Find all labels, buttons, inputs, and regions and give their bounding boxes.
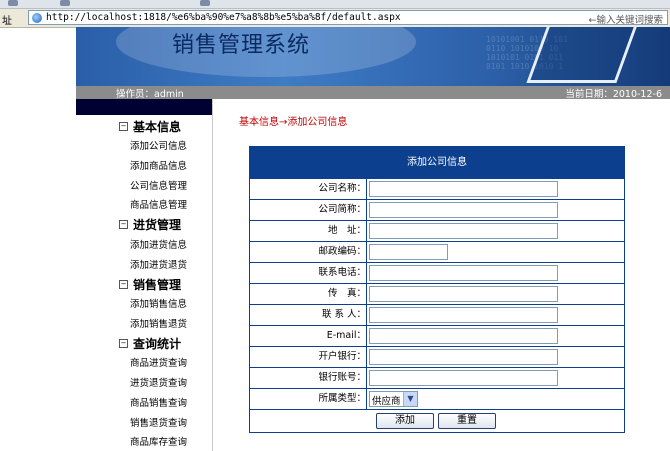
breadcrumb: 基本信息→添加公司信息 <box>239 117 348 128</box>
field-label: E-mail： <box>250 326 367 346</box>
form-row: 地 址： <box>250 220 624 241</box>
address-input[interactable]: http://localhost:1818/%e6%ba%90%e7%a8%8b… <box>28 10 668 26</box>
form-title: 添加公司信息 <box>250 147 624 178</box>
section-label: 查询统计 <box>133 337 182 351</box>
sidebar-item-add-sale-return[interactable]: 添加销售退货 <box>130 316 187 330</box>
favorites-icon[interactable] <box>200 0 210 6</box>
company-form: 添加公司信息 公司名称： 公司简称： 地 址： 邮政编码： 联系电话： 传 真：… <box>249 146 625 433</box>
section-query[interactable]: − 查询统计 <box>119 335 181 352</box>
section-basic-info[interactable]: − 基本信息 <box>119 118 181 135</box>
search-hint[interactable]: ←输入关键词搜索 <box>589 12 663 26</box>
company-short-name-input[interactable] <box>369 202 558 218</box>
postal-code-input[interactable] <box>369 244 448 260</box>
current-date: 当前日期：2010-12-6 <box>565 89 662 100</box>
email-input[interactable] <box>369 328 558 344</box>
sidebar-item-add-company[interactable]: 添加公司信息 <box>130 138 187 152</box>
form-row: 所属类型： 供应商 ▼ <box>250 388 624 409</box>
sidebar-item-stock-query[interactable]: 商品库存查询 <box>130 434 187 448</box>
form-row: 公司简称： <box>250 199 624 220</box>
operator-label: 操作员：admin <box>116 89 184 100</box>
form-row: 联系电话： <box>250 262 624 283</box>
sidebar: − 基本信息 添加公司信息 添加商品信息 公司信息管理 商品信息管理 − 进货管… <box>76 99 213 451</box>
section-sales[interactable]: − 销售管理 <box>119 276 181 293</box>
reset-button[interactable]: 重置 <box>438 413 496 429</box>
sidebar-header <box>76 99 212 115</box>
address-label: 址 <box>2 16 12 27</box>
field-label: 银行账号： <box>250 368 367 388</box>
collapse-icon[interactable]: − <box>119 122 128 131</box>
monitor-graphic <box>526 27 640 83</box>
sidebar-item-product-manage[interactable]: 商品信息管理 <box>130 197 187 211</box>
form-row: 联 系 人： <box>250 304 624 325</box>
info-bar: 操作员：admin 当前日期：2010-12-6 <box>76 86 670 100</box>
field-label: 所属类型： <box>250 389 367 409</box>
form-row: 开户银行： <box>250 346 624 367</box>
contact-person-input[interactable] <box>369 307 558 323</box>
sidebar-item-sales-query[interactable]: 商品销售查询 <box>130 395 187 409</box>
sidebar-item-add-product[interactable]: 添加商品信息 <box>130 158 187 172</box>
collapse-icon[interactable]: − <box>119 280 128 289</box>
form-row: 公司名称： <box>250 178 624 199</box>
form-row: 传 真： <box>250 283 624 304</box>
field-label: 联系电话： <box>250 263 367 283</box>
back-icon[interactable] <box>8 0 18 6</box>
add-button[interactable]: 添加 <box>376 413 434 429</box>
sidebar-item-add-purchase-return[interactable]: 添加进货退货 <box>130 257 187 271</box>
field-label: 开户银行： <box>250 347 367 367</box>
sidebar-item-company-manage[interactable]: 公司信息管理 <box>130 178 187 192</box>
field-label: 邮政编码： <box>250 242 367 262</box>
section-label: 进货管理 <box>133 218 182 232</box>
field-label: 公司名称： <box>250 179 367 199</box>
chevron-down-icon[interactable]: ▼ <box>403 392 417 406</box>
phone-input[interactable] <box>369 265 558 281</box>
company-type-select[interactable]: 供应商 ▼ <box>369 391 418 407</box>
bank-input[interactable] <box>369 349 558 365</box>
page-icon <box>32 13 42 23</box>
collapse-icon[interactable]: − <box>119 220 128 229</box>
address-bar: 址 http://localhost:1818/%e6%ba%90%e7%a8%… <box>0 9 670 28</box>
section-label: 销售管理 <box>133 278 182 292</box>
company-name-input[interactable] <box>369 181 558 197</box>
form-row: E-mail： <box>250 325 624 346</box>
section-purchase[interactable]: − 进货管理 <box>119 216 181 233</box>
sidebar-item-purchase-return-query[interactable]: 进货退货查询 <box>130 375 187 389</box>
button-row: 添加 重置 <box>250 409 624 432</box>
field-label: 传 真： <box>250 284 367 304</box>
form-row: 邮政编码： <box>250 241 624 262</box>
address-input-field[interactable] <box>369 223 558 239</box>
address-url[interactable]: http://localhost:1818/%e6%ba%90%e7%a8%8b… <box>46 12 401 23</box>
field-label: 地 址： <box>250 221 367 241</box>
form-row: 银行账号： <box>250 367 624 388</box>
sidebar-item-sales-return-query[interactable]: 销售退货查询 <box>130 415 187 429</box>
fax-input[interactable] <box>369 286 558 302</box>
field-label: 公司简称： <box>250 200 367 220</box>
section-label: 基本信息 <box>133 120 182 134</box>
sidebar-item-purchase-query[interactable]: 商品进货查询 <box>130 355 187 369</box>
banner: 10101001 0110 101 0110 1010100 10 1010101 … <box>76 27 670 86</box>
field-label: 联 系 人： <box>250 305 367 325</box>
bank-account-input[interactable] <box>369 370 558 386</box>
collapse-icon[interactable]: − <box>119 339 128 348</box>
browser-toolbar-strip <box>0 0 670 9</box>
refresh-icon[interactable] <box>60 0 70 6</box>
select-value: 供应商 <box>372 396 401 407</box>
sidebar-item-add-purchase[interactable]: 添加进货信息 <box>130 237 187 251</box>
system-title: 销售管理系统 <box>172 33 311 58</box>
sidebar-item-add-sale[interactable]: 添加销售信息 <box>130 296 187 310</box>
